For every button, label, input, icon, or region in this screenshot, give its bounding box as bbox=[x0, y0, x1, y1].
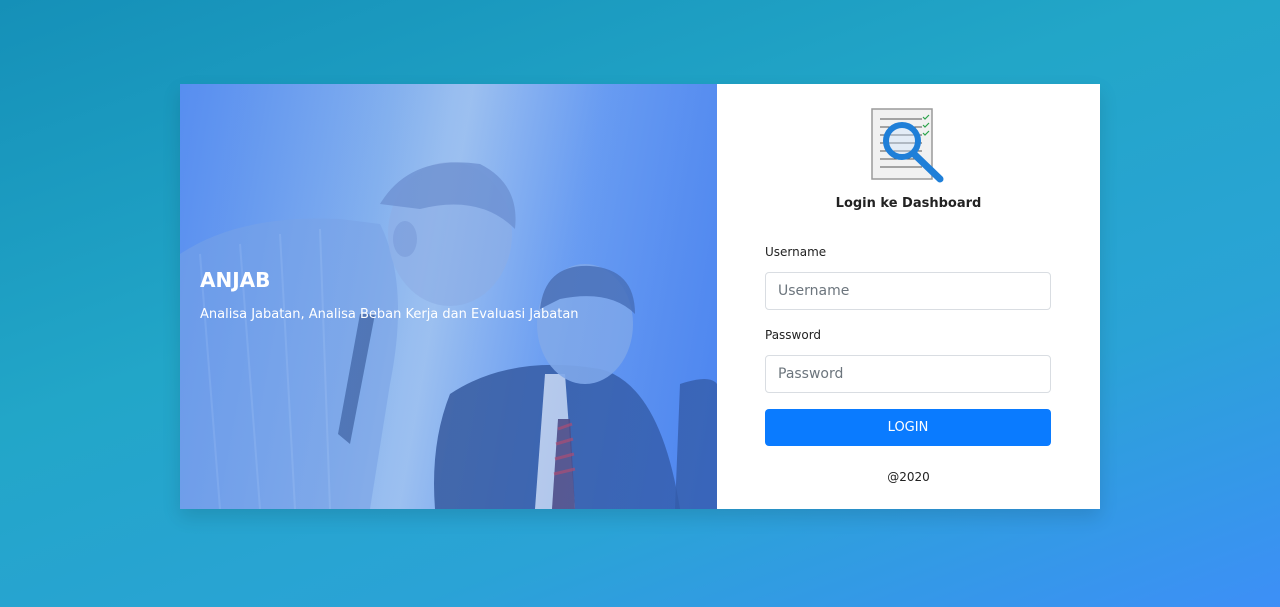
username-input[interactable] bbox=[765, 272, 1051, 310]
app-subtitle: Analisa Jabatan, Analisa Beban Kerja dan… bbox=[200, 307, 579, 322]
password-label: Password bbox=[765, 328, 822, 342]
password-input[interactable] bbox=[765, 355, 1051, 393]
document-search-icon bbox=[871, 108, 944, 183]
copyright-footer: @2020 bbox=[887, 470, 930, 484]
login-panel: Login ke Dashboard Username Password LOG… bbox=[717, 84, 1100, 509]
username-label: Username bbox=[765, 245, 827, 259]
hero-panel: ANJAB Analisa Jabatan, Analisa Beban Ker… bbox=[180, 84, 717, 509]
app-title: ANJAB bbox=[200, 268, 271, 292]
login-card: ANJAB Analisa Jabatan, Analisa Beban Ker… bbox=[180, 84, 1100, 509]
hero-overlay bbox=[180, 84, 717, 509]
login-heading: Login ke Dashboard bbox=[835, 196, 982, 211]
login-button[interactable]: LOGIN bbox=[765, 409, 1051, 446]
